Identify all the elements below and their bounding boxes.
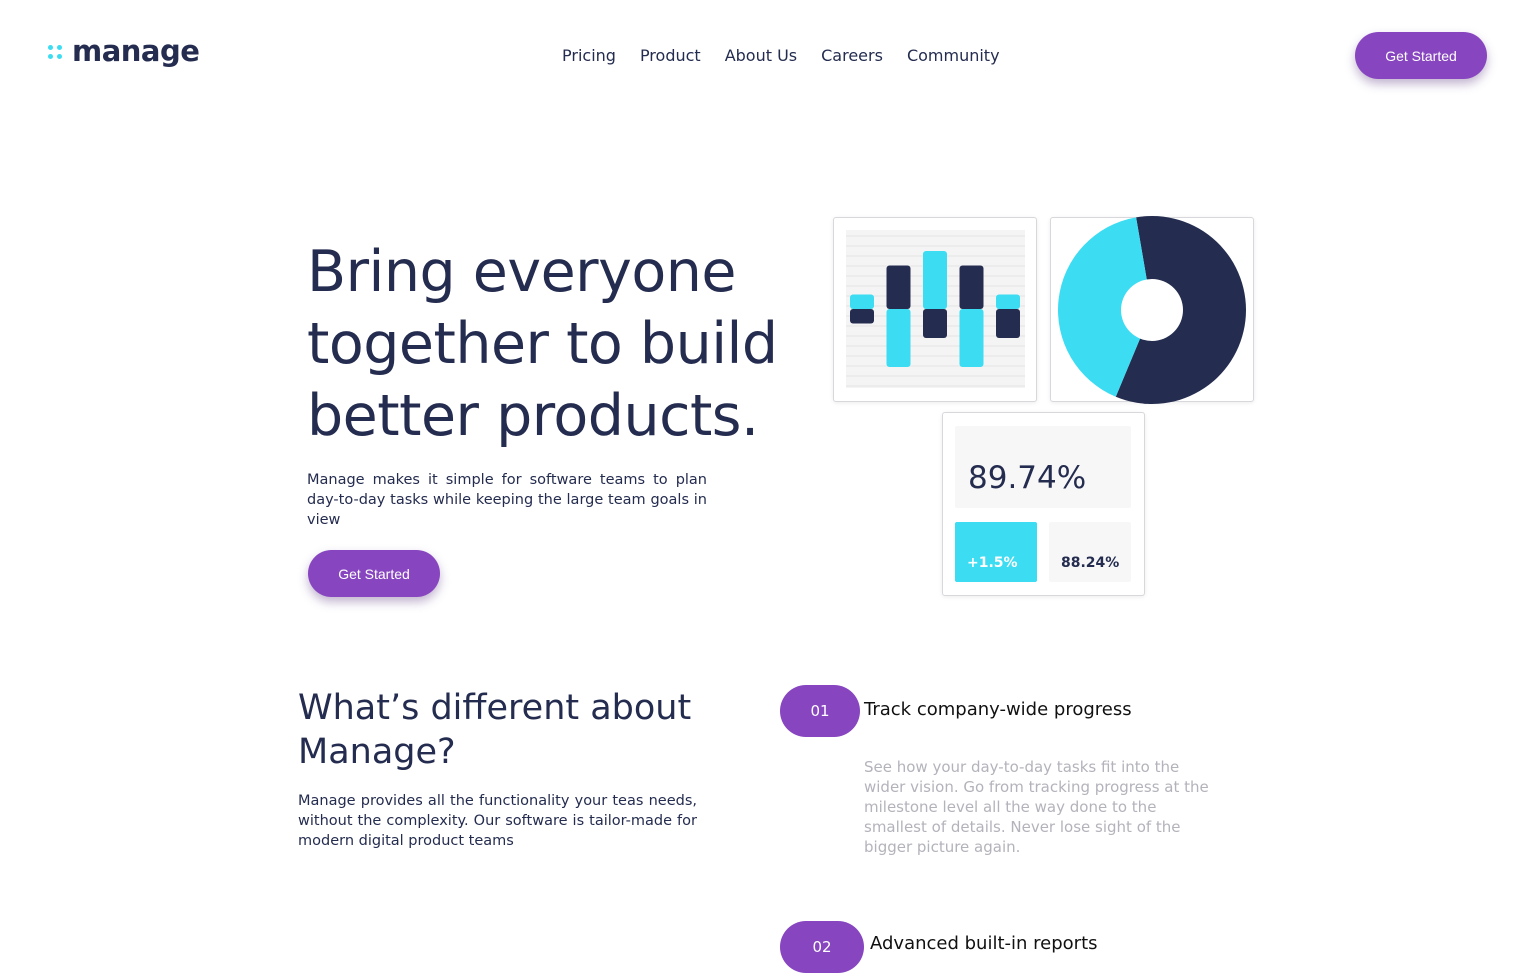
nav-pricing[interactable]: Pricing bbox=[562, 45, 616, 67]
hero-title: Bring everyone together to build better … bbox=[307, 239, 778, 449]
feature-title: Advanced built-in reports bbox=[870, 933, 1098, 954]
stat-secondary-box: 88.24% bbox=[1049, 522, 1131, 582]
logo-text: manage bbox=[72, 34, 200, 68]
stat-main-value: 89.74% bbox=[968, 460, 1087, 496]
stats-card: 89.74% +1.5% 88.24% bbox=[942, 412, 1145, 596]
donut-chart-card bbox=[1050, 216, 1254, 404]
logo-dots-icon bbox=[48, 43, 64, 59]
nav-product[interactable]: Product bbox=[640, 45, 701, 67]
bar-lower bbox=[959, 309, 984, 367]
feature-number-badge: 02 bbox=[780, 921, 864, 973]
bar-upper bbox=[850, 294, 874, 309]
bar-lower bbox=[996, 309, 1020, 338]
logo[interactable]: manage bbox=[48, 34, 200, 68]
bar-upper bbox=[923, 251, 947, 309]
hero-get-started-button[interactable]: Get Started bbox=[308, 550, 440, 597]
donut-hole bbox=[1121, 279, 1183, 341]
feature-title: Track company-wide progress bbox=[864, 699, 1132, 720]
bar-lower bbox=[850, 309, 874, 324]
stat-change-value: +1.5% bbox=[967, 555, 1018, 571]
feature-number-badge: 01 bbox=[780, 685, 860, 737]
stat-change-box: +1.5% bbox=[955, 522, 1037, 582]
bar-lower bbox=[923, 309, 947, 338]
bar-chart-card bbox=[833, 217, 1037, 402]
header-get-started-button[interactable]: Get Started bbox=[1355, 32, 1487, 79]
section-description: Manage provides all the functionality yo… bbox=[298, 793, 697, 849]
donut-chart bbox=[1058, 216, 1246, 404]
bar-upper bbox=[959, 265, 984, 309]
stat-secondary-value: 88.24% bbox=[1061, 555, 1120, 571]
bar-upper bbox=[996, 294, 1020, 309]
nav-careers[interactable]: Careers bbox=[821, 45, 883, 67]
section-title: What’s different about Manage? bbox=[298, 688, 692, 772]
nav-about-us[interactable]: About Us bbox=[725, 45, 797, 67]
nav-community[interactable]: Community bbox=[907, 45, 1000, 67]
bar-upper bbox=[886, 265, 911, 309]
stat-main-box: 89.74% bbox=[955, 426, 1131, 508]
feature-description: See how your day-to-day tasks fit into t… bbox=[864, 758, 1209, 856]
hero-description: Manage makes it simple for software team… bbox=[307, 472, 707, 528]
bar-lower bbox=[886, 309, 911, 367]
bar-chart bbox=[846, 230, 1025, 388]
main-nav: Pricing Product About Us Careers Communi… bbox=[562, 45, 1000, 67]
